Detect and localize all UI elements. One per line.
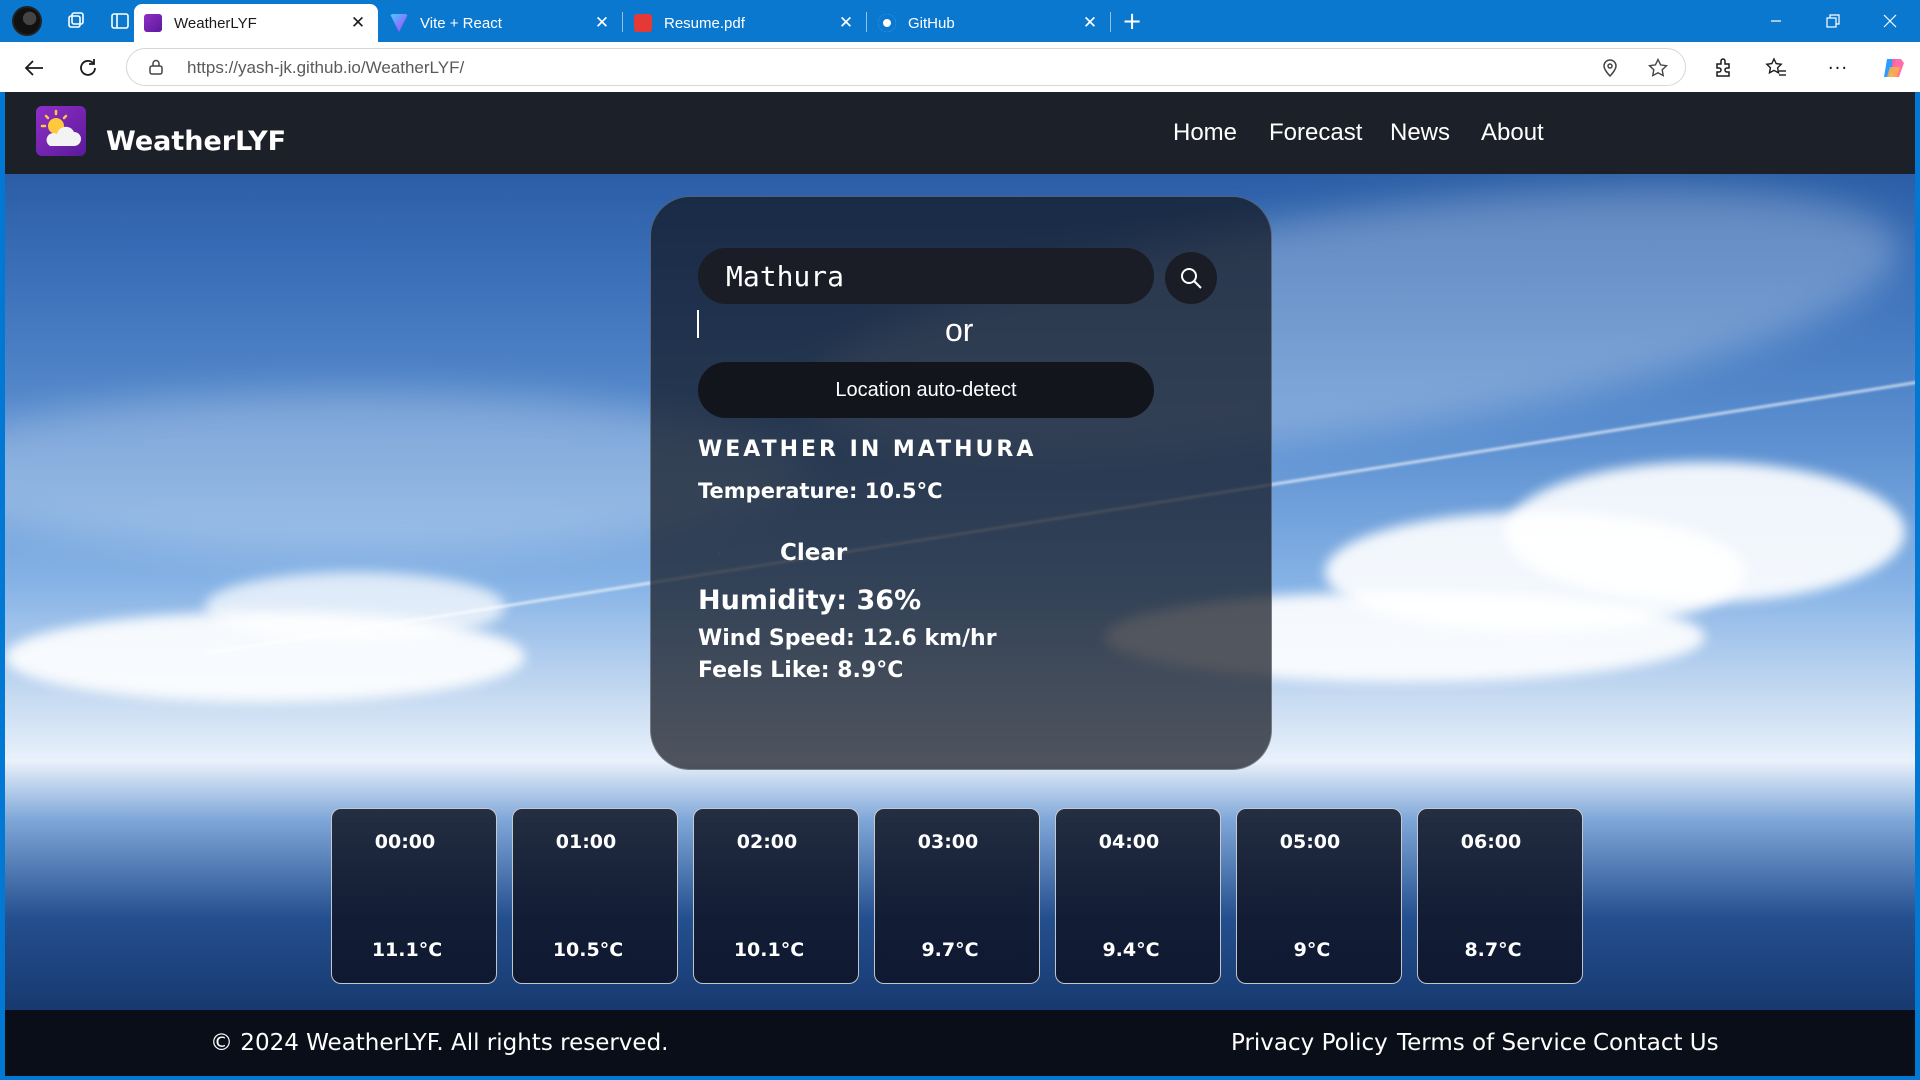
location-pin-icon[interactable] bbox=[1599, 57, 1621, 79]
extensions-icon[interactable] bbox=[1708, 52, 1740, 84]
hour-time: 06:00 bbox=[1460, 831, 1522, 853]
restore-icon[interactable] bbox=[1805, 0, 1861, 42]
tab-divider bbox=[1110, 12, 1111, 32]
hourly-card[interactable]: 03:00 9.7°C bbox=[874, 808, 1040, 984]
cloud bbox=[205, 572, 505, 642]
hour-temp: 10.5°C bbox=[552, 939, 624, 961]
refresh-icon[interactable] bbox=[72, 52, 104, 84]
site-header: WeatherLYF Home Forecast News About bbox=[5, 92, 1915, 174]
tab-label: Resume.pdf bbox=[664, 14, 745, 32]
lock-icon[interactable] bbox=[149, 59, 163, 75]
hour-temp: 9.7°C bbox=[921, 939, 979, 961]
humidity-text: Humidity: 36% bbox=[698, 585, 922, 616]
nav-news[interactable]: News bbox=[1390, 119, 1450, 147]
moon-icon bbox=[1489, 894, 1500, 914]
browser-tab-strip: WeatherLYF ✕ Vite + React ✕ Resume.pdf ✕… bbox=[0, 0, 1920, 42]
feels-like-text: Feels Like: 8.9°C bbox=[698, 658, 904, 683]
weather-location-title: WEATHER IN MATHURA bbox=[698, 437, 1037, 462]
city-search-input[interactable] bbox=[698, 248, 1154, 304]
vite-favicon-icon bbox=[390, 14, 408, 32]
profile-avatar[interactable] bbox=[12, 6, 42, 36]
tab-actions-icon[interactable] bbox=[106, 8, 134, 34]
moon-icon bbox=[1308, 894, 1319, 914]
moon-icon bbox=[765, 894, 776, 914]
hourly-card[interactable]: 04:00 9.4°C bbox=[1055, 808, 1221, 984]
copyright-text: © 2024 WeatherLYF. All rights reserved. bbox=[210, 1030, 669, 1056]
site-footer: © 2024 WeatherLYF. All rights reserved. … bbox=[5, 1010, 1915, 1076]
close-tab-icon[interactable]: ✕ bbox=[348, 13, 368, 33]
hour-time: 04:00 bbox=[1098, 831, 1160, 853]
hourly-card[interactable]: 02:00 10.1°C bbox=[693, 808, 859, 984]
close-tab-icon[interactable]: ✕ bbox=[836, 13, 856, 33]
weatherlyf-logo-icon[interactable] bbox=[36, 106, 86, 156]
location-auto-detect-button[interactable]: Location auto-detect bbox=[698, 362, 1154, 418]
hour-temp: 11.1°C bbox=[371, 939, 443, 961]
nav-about[interactable]: About bbox=[1481, 119, 1544, 147]
hour-time: 02:00 bbox=[736, 831, 798, 853]
weatherlyf-favicon-icon bbox=[144, 14, 162, 32]
footer-terms-link[interactable]: Terms of Service bbox=[1397, 1030, 1587, 1056]
close-tab-icon[interactable]: ✕ bbox=[1080, 13, 1100, 33]
nav-home[interactable]: Home bbox=[1173, 119, 1237, 147]
tab-label: Vite + React bbox=[420, 14, 502, 32]
github-favicon-icon bbox=[878, 14, 896, 32]
brand-name[interactable]: WeatherLYF bbox=[106, 126, 286, 157]
footer-privacy-policy-link[interactable]: Privacy Policy bbox=[1231, 1030, 1388, 1056]
close-window-icon[interactable] bbox=[1862, 0, 1918, 42]
footer-contact-link[interactable]: Contact Us bbox=[1593, 1030, 1719, 1056]
hour-temp: 10.1°C bbox=[733, 939, 805, 961]
wind-speed-text: Wind Speed: 12.6 km/hr bbox=[698, 626, 997, 651]
hour-time: 03:00 bbox=[917, 831, 979, 853]
tab-resume-pdf[interactable]: Resume.pdf ✕ bbox=[624, 4, 866, 42]
hourly-card[interactable]: 00:00 11.1°C bbox=[331, 808, 497, 984]
or-separator: or bbox=[945, 312, 974, 348]
search-button[interactable] bbox=[1165, 252, 1217, 304]
moon-icon bbox=[584, 894, 595, 914]
nav-forecast[interactable]: Forecast bbox=[1269, 119, 1362, 147]
hour-time: 05:00 bbox=[1279, 831, 1341, 853]
minimize-icon[interactable] bbox=[1748, 0, 1804, 42]
tab-divider bbox=[622, 12, 623, 32]
pdf-favicon-icon bbox=[634, 14, 652, 32]
tab-github[interactable]: GitHub ✕ bbox=[868, 4, 1110, 42]
weather-condition: Clear bbox=[780, 540, 848, 566]
url-text[interactable]: https://yash-jk.github.io/WeatherLYF/ bbox=[187, 58, 464, 78]
moon-icon bbox=[1127, 894, 1138, 914]
moon-icon bbox=[946, 894, 957, 914]
workspaces-icon[interactable] bbox=[62, 8, 90, 34]
hour-time: 01:00 bbox=[555, 831, 617, 853]
close-tab-icon[interactable]: ✕ bbox=[592, 13, 612, 33]
back-icon[interactable] bbox=[18, 52, 50, 84]
tab-label: GitHub bbox=[908, 14, 955, 32]
hour-temp: 8.7°C bbox=[1464, 939, 1522, 961]
tab-label: WeatherLYF bbox=[174, 14, 257, 32]
tab-divider bbox=[866, 12, 867, 32]
more-menu-icon[interactable]: ··· bbox=[1822, 52, 1854, 84]
hour-temp: 9.4°C bbox=[1102, 939, 1160, 961]
copilot-icon[interactable] bbox=[1878, 52, 1910, 84]
page-viewport: WeatherLYF Home Forecast News About or L… bbox=[5, 92, 1915, 1076]
tab-weatherlyf[interactable]: WeatherLYF ✕ bbox=[134, 4, 378, 42]
search-icon bbox=[1181, 268, 1202, 289]
text-cursor bbox=[697, 310, 699, 338]
address-bar[interactable]: https://yash-jk.github.io/WeatherLYF/ bbox=[126, 48, 1686, 86]
moon-icon bbox=[403, 894, 414, 914]
hourly-card[interactable]: 05:00 9°C bbox=[1236, 808, 1402, 984]
hour-temp: 9°C bbox=[1293, 939, 1331, 961]
temperature-text: Temperature: 10.5°C bbox=[698, 479, 943, 503]
tab-vite-react[interactable]: Vite + React ✕ bbox=[380, 4, 622, 42]
address-bar-row: https://yash-jk.github.io/WeatherLYF/ ··… bbox=[0, 42, 1920, 92]
moon-icon bbox=[716, 533, 730, 559]
hour-time: 00:00 bbox=[374, 831, 436, 853]
cloud bbox=[1505, 462, 1905, 602]
favorites-icon[interactable] bbox=[1760, 52, 1792, 84]
hourly-card[interactable]: 01:00 10.5°C bbox=[512, 808, 678, 984]
hourly-card[interactable]: 06:00 8.7°C bbox=[1417, 808, 1583, 984]
new-tab-icon[interactable]: + bbox=[1118, 7, 1146, 35]
favorite-star-icon[interactable] bbox=[1647, 57, 1669, 79]
